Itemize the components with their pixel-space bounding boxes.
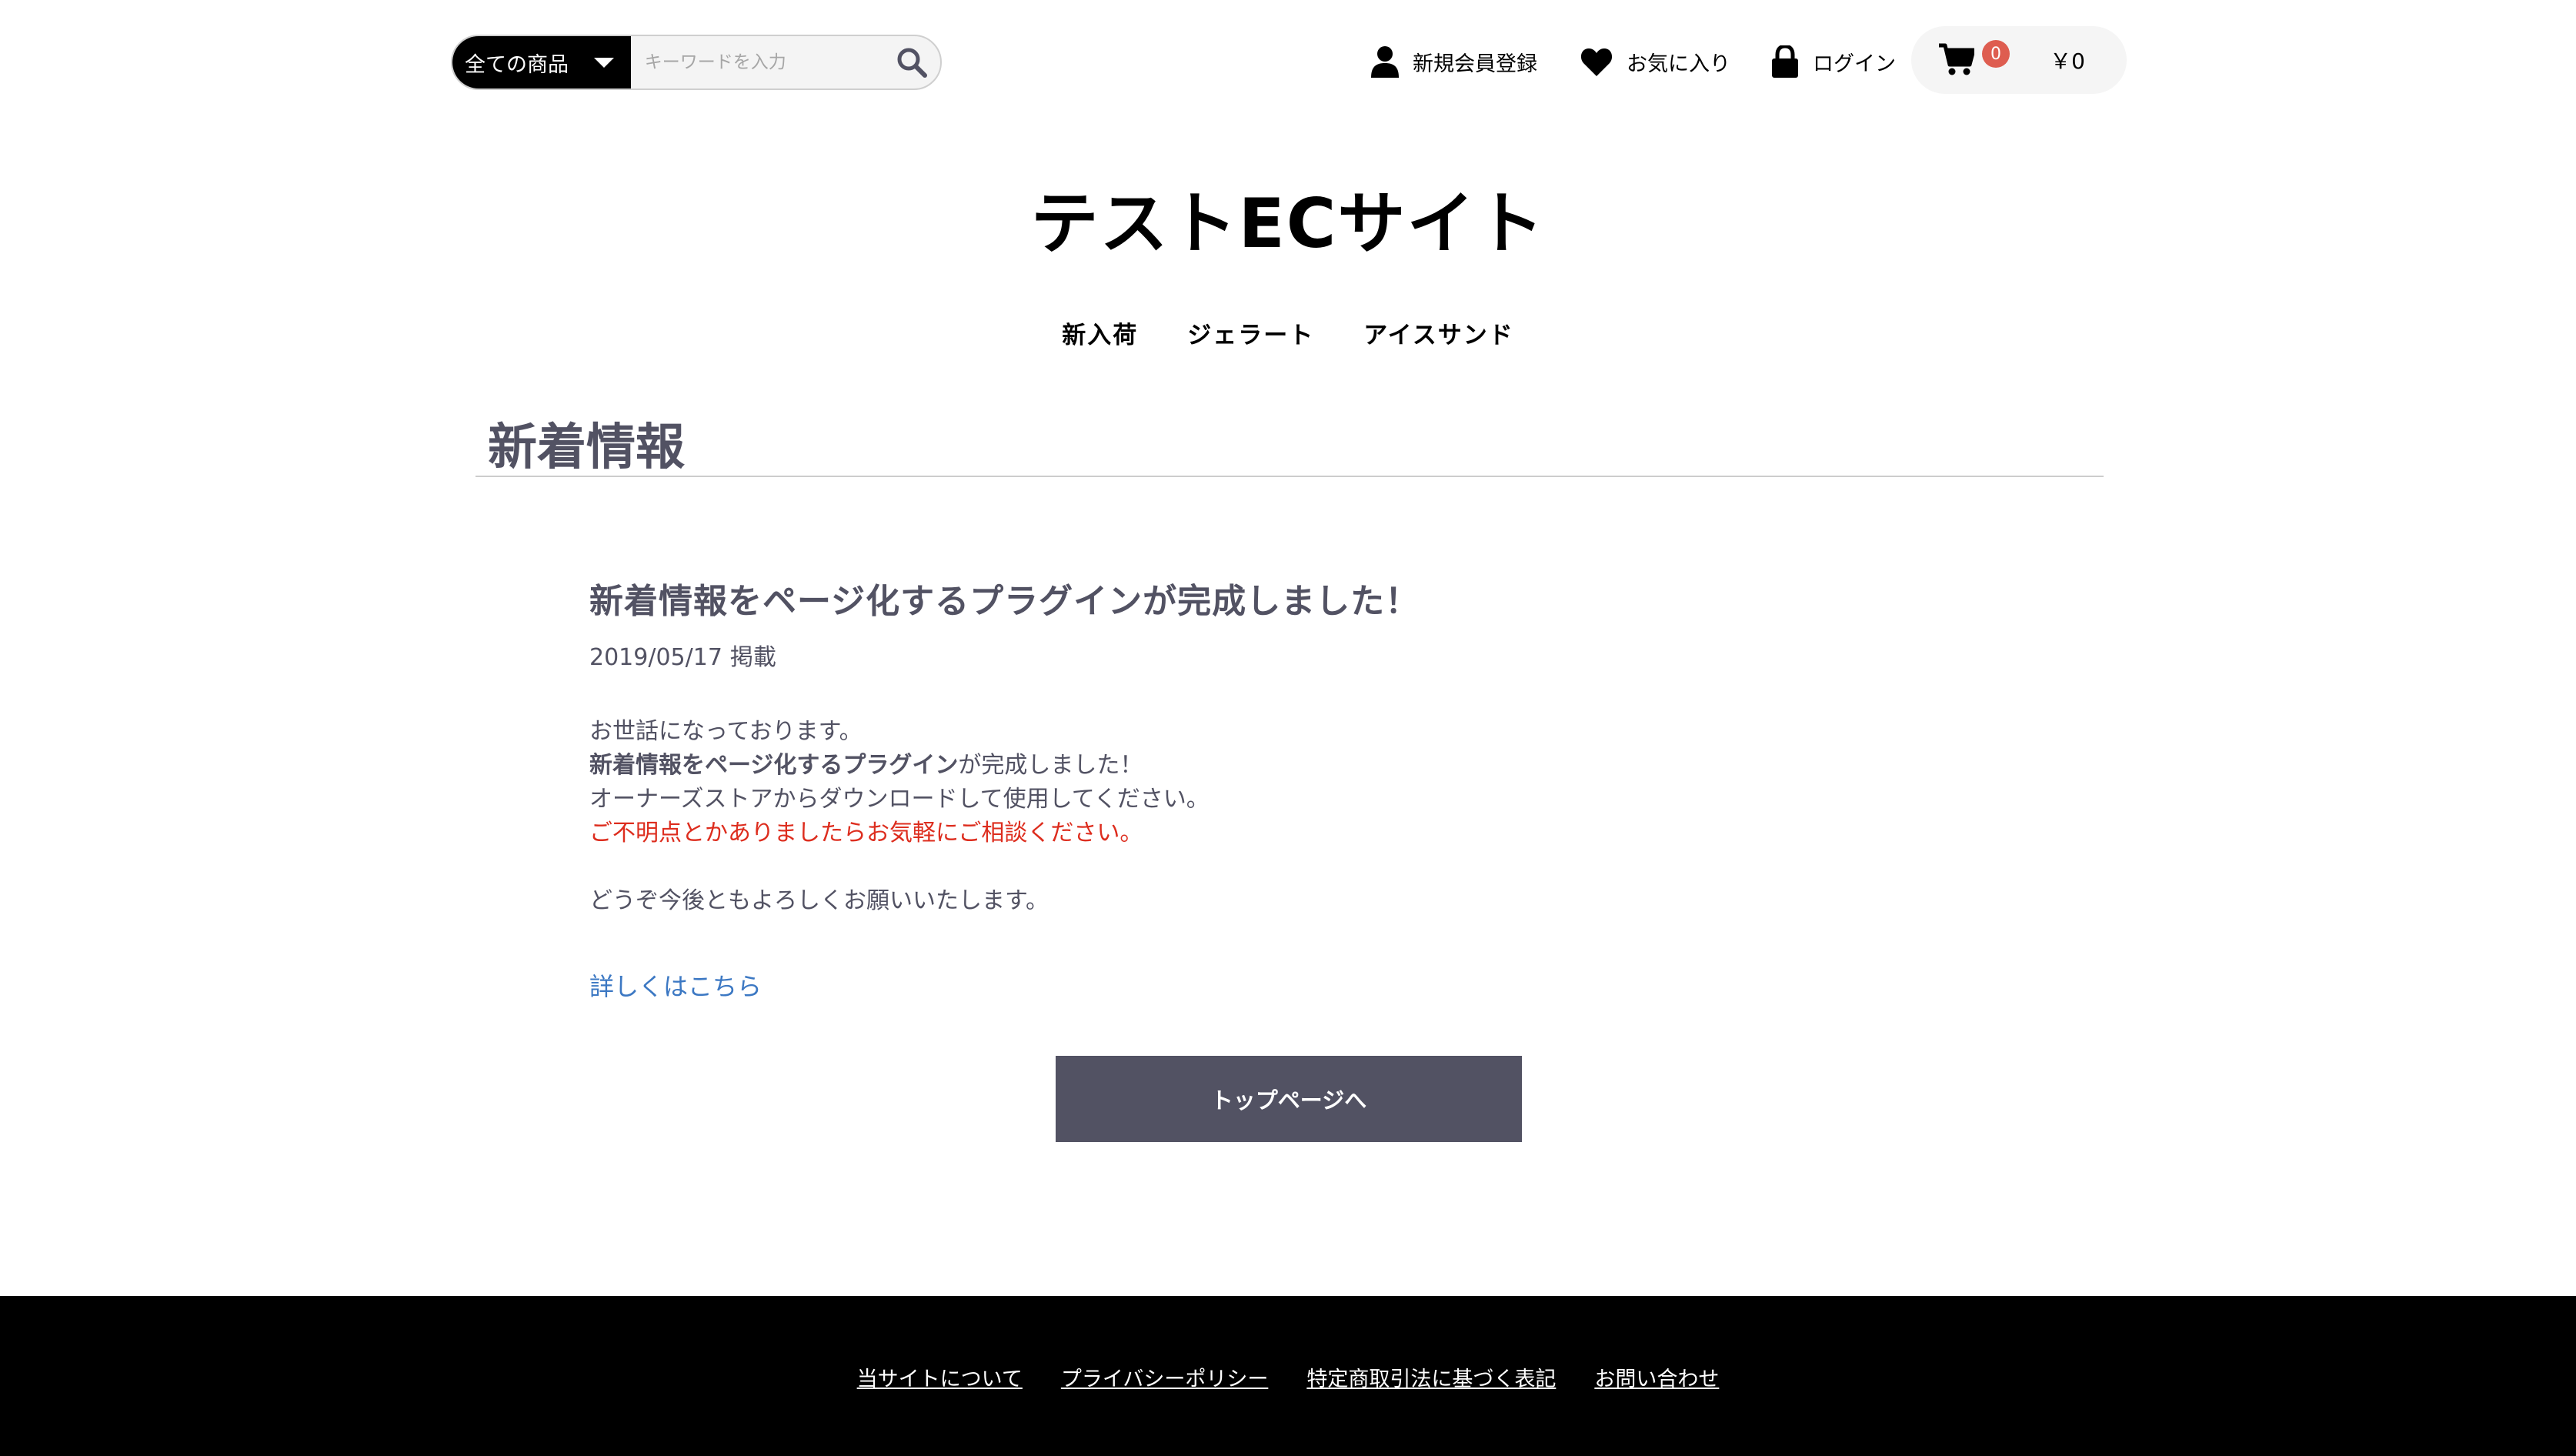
user-icon [1371, 46, 1399, 78]
category-link-new[interactable]: 新入荷 [1062, 316, 1138, 350]
footer-link-tradelaw[interactable]: 特定商取引法に基づく表記 [1306, 1362, 1556, 1392]
search-form: 全ての商品 [451, 35, 942, 90]
news-title: 新着情報をページ化するプラグインが完成しました！ [589, 582, 1420, 621]
login-item[interactable]: ログイン [1771, 45, 1896, 78]
news-body-spacer [589, 850, 1974, 884]
footer-link-contact[interactable]: お問い合わせ [1594, 1362, 1719, 1392]
page-heading: 新着情報 [475, 400, 2104, 477]
register-item[interactable]: 新規会員登録 [1371, 45, 1537, 78]
search-category-select[interactable]: 全ての商品 [452, 36, 631, 88]
heart-icon [1580, 48, 1613, 76]
lock-icon [1772, 45, 1798, 78]
search-button[interactable] [884, 36, 940, 88]
news-body-line: どうぞ今後ともよろしくお願いいたします。 [589, 887, 1049, 914]
news-article: 新着情報をページ化するプラグインが完成しました！ 2019/05/17 掲載 お世… [589, 573, 1974, 1003]
news-body-line: オーナーズストアからダウンロードして使用してください。 [589, 786, 1210, 813]
search-icon [897, 48, 928, 78]
news-body: お世話になっております。 新着情報をページ化するプラグインが完成しました！ オー… [589, 715, 1974, 918]
site-title[interactable]: テストECサイト [0, 169, 2576, 267]
header-top-bar: 全ての商品 新規会員登録 [0, 0, 2576, 123]
category-link-ice-sandwich[interactable]: アイスサンド [1363, 316, 1514, 350]
page-title: 新着情報 [488, 419, 685, 476]
register-label: 新規会員登録 [1413, 52, 1537, 76]
news-date-suffix: 掲載 [729, 644, 776, 671]
favorites-item[interactable]: お気に入り [1580, 47, 1730, 77]
login-link[interactable]: ログイン [1771, 28, 1896, 95]
footer-nav: 当サイトについて プライバシーポリシー 特定商取引法に基づく表記 お問い合わせ [0, 1362, 2576, 1392]
cart-icon [1939, 43, 1974, 75]
category-nav: 新入荷 ジェラート アイスサンド [0, 316, 2576, 350]
news-detail-link[interactable]: 詳しくはこちら [589, 967, 762, 1003]
favorites-label: お気に入り [1627, 52, 1730, 76]
news-date: 2019/05/17 [589, 644, 722, 671]
cart-button[interactable]: 0 ￥0 [1911, 26, 2127, 94]
news-body-notice: ご不明点とかありましたらお気軽にご相談ください。 [589, 820, 1143, 847]
footer-link-about[interactable]: 当サイトについて [857, 1362, 1023, 1392]
category-link-gelato[interactable]: ジェラート [1187, 316, 1314, 350]
top-page-button[interactable]: トップページへ [1056, 1056, 1522, 1142]
news-body-line: お世話になっております。 [589, 718, 863, 745]
cart-count-badge: 0 [1982, 40, 2010, 68]
search-input[interactable] [630, 36, 884, 88]
search-category-label: 全ての商品 [465, 52, 569, 77]
caret-down-icon [593, 57, 614, 68]
favorites-link[interactable]: お気に入り [1580, 28, 1730, 95]
news-body-text: が完成しました！ [958, 752, 1143, 779]
news-date-line: 2019/05/17 掲載 [589, 638, 1974, 672]
login-label: ログイン [1813, 52, 1896, 76]
footer-link-privacy[interactable]: プライバシーポリシー [1061, 1362, 1268, 1392]
news-body-line: 新着情報をページ化するプラグインが完成しました！ [589, 749, 1974, 783]
cart-total: ￥0 [2050, 48, 2085, 74]
news-body-bold: 新着情報をページ化するプラグイン [589, 752, 959, 779]
site-footer: 当サイトについて プライバシーポリシー 特定商取引法に基づく表記 お問い合わせ [0, 1296, 2576, 1456]
register-link[interactable]: 新規会員登録 [1371, 28, 1537, 95]
